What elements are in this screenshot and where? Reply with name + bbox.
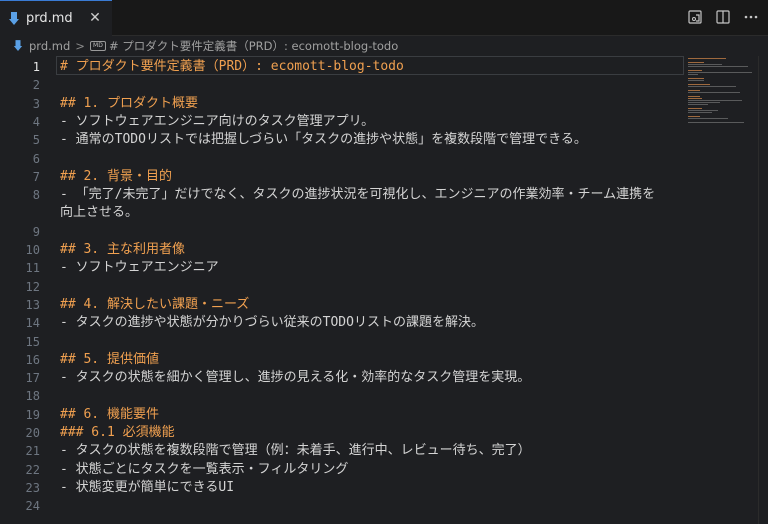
markdown-file-icon bbox=[9, 12, 19, 25]
close-tab-icon[interactable]: ✕ bbox=[87, 10, 103, 26]
heading-line[interactable]: # プロダクト要件定義書（PRD）: ecomott-blog-todo bbox=[60, 58, 700, 76]
code-line[interactable]: - 状態ごとにタスクを一覧表示・フィルタリング bbox=[60, 461, 700, 479]
code-line[interactable]: - タスクの進捗や状態が分かりづらい従来のTODOリストの課題を解決。 bbox=[60, 314, 700, 332]
breadcrumb-heading[interactable]: # プロダクト要件定義書（PRD）: ecomott-blog-todo bbox=[109, 38, 398, 54]
line-number: 10 bbox=[25, 243, 40, 257]
line-number: 20 bbox=[25, 426, 40, 440]
breadcrumb: prd.md > MD # プロダクト要件定義書（PRD）: ecomott-b… bbox=[0, 36, 768, 56]
tab-bar: prd.md ✕ bbox=[0, 0, 768, 36]
code-line[interactable]: - タスクの状態を細かく管理し、進捗の見える化・効率的なタスク管理を実現。 bbox=[60, 369, 700, 387]
line-number: 9 bbox=[32, 224, 40, 239]
heading-line[interactable]: ## 4. 解決したい課題・ニーズ bbox=[60, 296, 700, 314]
breadcrumb-separator-icon: > bbox=[75, 39, 85, 53]
code-line[interactable] bbox=[60, 223, 700, 241]
tab-prd-md[interactable]: prd.md ✕ bbox=[0, 0, 112, 36]
code-line[interactable] bbox=[60, 497, 700, 515]
line-number: 7 bbox=[32, 169, 40, 184]
code-line[interactable]: - 状態変更が簡単にできるUI bbox=[60, 479, 700, 497]
code-line[interactable] bbox=[60, 278, 700, 296]
line-number: 3 bbox=[32, 96, 40, 111]
code-line[interactable] bbox=[60, 150, 700, 168]
line-number: 2 bbox=[32, 78, 40, 93]
line-number: 12 bbox=[25, 279, 40, 294]
line-number: 14 bbox=[25, 316, 40, 331]
line-number: 11 bbox=[25, 261, 40, 276]
line-number: 1 bbox=[32, 60, 40, 74]
line-number: 4 bbox=[32, 114, 40, 129]
line-number: 15 bbox=[25, 334, 40, 349]
code-line[interactable]: 向上させる。 bbox=[60, 204, 700, 222]
more-actions-icon[interactable] bbox=[742, 8, 760, 26]
heading-line[interactable]: ## 5. 提供価値 bbox=[60, 351, 700, 369]
line-number: 22 bbox=[25, 462, 40, 477]
markdown-file-icon bbox=[13, 40, 23, 51]
line-number: 23 bbox=[25, 480, 40, 495]
line-number: 21 bbox=[25, 444, 40, 459]
markdown-symbol-icon: MD bbox=[89, 41, 106, 51]
line-number: 13 bbox=[25, 297, 40, 312]
line-number: 6 bbox=[32, 151, 40, 166]
heading-line[interactable]: ## 1. プロダクト概要 bbox=[60, 95, 700, 113]
heading-line[interactable]: ## 2. 背景・目的 bbox=[60, 168, 700, 186]
editor[interactable]: 1 2 3 4 5 6 7 8 9 10 11 12 13 14 15 16 17 18 19 20 21 22 23 24 … bbox=[0, 56, 768, 524]
code-line[interactable]: - ソフトウェアエンジニア bbox=[60, 259, 700, 277]
minimap[interactable] bbox=[686, 56, 758, 136]
line-number: 5 bbox=[32, 133, 40, 148]
code-line[interactable]: - タスクの状態を複数段階で管理（例：未着手、進行中、レビュー待ち、完了） bbox=[60, 442, 700, 460]
code-line[interactable] bbox=[60, 76, 700, 94]
heading-line[interactable]: ## 3. 主な利用者像 bbox=[60, 241, 700, 259]
line-number: 18 bbox=[25, 389, 40, 404]
line-number bbox=[0, 204, 40, 222]
split-editor-icon[interactable] bbox=[714, 8, 732, 26]
line-number: 24 bbox=[25, 499, 40, 514]
code-line[interactable]: - 通常のTODOリストでは把握しづらい「タスクの進捗や状態」を複数段階で管理で… bbox=[60, 131, 700, 149]
code-line[interactable] bbox=[60, 333, 700, 351]
breadcrumb-file[interactable]: prd.md bbox=[29, 39, 70, 53]
line-number-gutter: 1 2 3 4 5 6 7 8 9 10 11 12 13 14 15 16 17 18 19 20 21 22 23 24 bbox=[0, 56, 52, 524]
heading-line[interactable]: ### 6.1 必須機能 bbox=[60, 424, 700, 442]
line-number: 17 bbox=[25, 371, 40, 386]
line-number: 8 bbox=[32, 188, 40, 203]
heading-line[interactable]: ## 6. 機能要件 bbox=[60, 406, 700, 424]
code-line[interactable] bbox=[60, 387, 700, 405]
code-line[interactable]: - ソフトウェアエンジニア向けのタスク管理アプリ。 bbox=[60, 113, 700, 131]
code-line[interactable]: - 「完了/未完了」だけでなく、タスクの進捗状況を可視化し、エンジニアの作業効率… bbox=[60, 186, 700, 204]
line-number: 19 bbox=[25, 407, 40, 422]
open-preview-icon[interactable] bbox=[686, 8, 704, 26]
vertical-scrollbar[interactable] bbox=[758, 56, 768, 524]
line-number: 16 bbox=[25, 352, 40, 367]
tab-label: prd.md bbox=[26, 11, 73, 26]
